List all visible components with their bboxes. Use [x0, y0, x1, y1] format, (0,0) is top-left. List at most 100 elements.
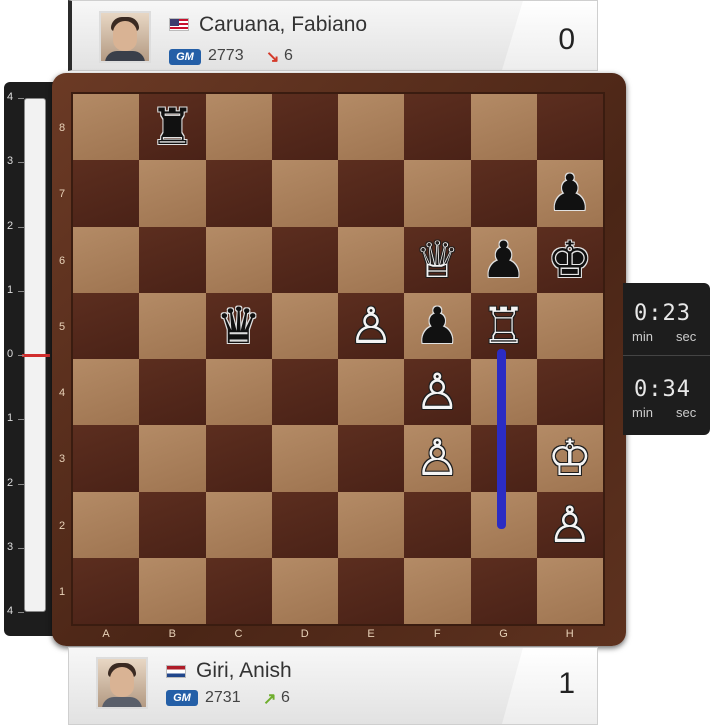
black-pawn-f5[interactable]: ♟ [404, 293, 470, 359]
white-pawn-h2[interactable]: ♙ [537, 492, 603, 558]
square-h4[interactable] [536, 359, 603, 426]
white-pawn-f3[interactable]: ♙ [404, 425, 470, 491]
square-d2[interactable] [271, 491, 338, 558]
gm-title-badge: GM [166, 690, 198, 706]
square-e6[interactable] [338, 226, 405, 293]
square-f7[interactable] [404, 160, 471, 227]
square-h7[interactable]: ♟ [536, 160, 603, 227]
top-player-rating-change: 6 [284, 47, 293, 64]
square-f8[interactable] [404, 94, 471, 161]
top-clock-min-label: min [632, 329, 653, 344]
square-c1[interactable] [205, 557, 272, 624]
square-a3[interactable] [73, 425, 140, 492]
square-h8[interactable] [536, 94, 603, 161]
square-c4[interactable] [205, 359, 272, 426]
square-a2[interactable] [73, 491, 140, 558]
square-e8[interactable] [338, 94, 405, 161]
square-g1[interactable] [470, 557, 537, 624]
square-h5[interactable] [536, 292, 603, 359]
eval-tick-line [18, 547, 24, 549]
square-b4[interactable] [139, 359, 206, 426]
black-rook-b8[interactable]: ♜ [139, 94, 205, 160]
eval-tick-line [18, 355, 24, 356]
square-b2[interactable] [139, 491, 206, 558]
white-pawn-f4[interactable]: ♙ [404, 359, 470, 425]
square-b8[interactable]: ♜ [139, 94, 206, 161]
square-a4[interactable] [73, 359, 140, 426]
square-e5[interactable]: ♙ [338, 292, 405, 359]
square-e1[interactable] [338, 557, 405, 624]
square-b1[interactable] [139, 557, 206, 624]
square-f6[interactable]: ♕ [404, 226, 471, 293]
square-h2[interactable]: ♙ [536, 491, 603, 558]
square-a1[interactable] [73, 557, 140, 624]
square-a6[interactable] [73, 226, 140, 293]
square-g7[interactable] [470, 160, 537, 227]
square-g6[interactable]: ♟ [470, 226, 537, 293]
top-player-name: Caruana, Fabiano [199, 13, 368, 36]
square-f4[interactable]: ♙ [404, 359, 471, 426]
square-h1[interactable] [536, 557, 603, 624]
square-d7[interactable] [271, 160, 338, 227]
square-c8[interactable] [205, 94, 272, 161]
white-pawn-e5[interactable]: ♙ [338, 293, 404, 359]
square-b5[interactable] [139, 292, 206, 359]
gm-title-badge: GM [169, 49, 201, 65]
eval-tick-line [18, 290, 24, 292]
square-f2[interactable] [404, 491, 471, 558]
eval-tick-label: 4 [7, 91, 14, 103]
rank-label-7: 7 [58, 188, 66, 201]
top-clock-sec-label: sec [676, 329, 697, 344]
bottom-player-avatar [96, 657, 148, 709]
chess-board[interactable]: ♜ ♟ ♕ ♟ ♚ ♛ ♙ ♟ ♖ ♙ ♙ ♔ ♙ [73, 94, 603, 624]
evaluation-marker [22, 354, 50, 357]
square-b6[interactable] [139, 226, 206, 293]
file-label-g: G [499, 628, 508, 640]
square-f3[interactable]: ♙ [404, 425, 471, 492]
black-queen-c5[interactable]: ♛ [206, 293, 272, 359]
rank-label-2: 2 [58, 519, 66, 532]
top-score-box: 0 [502, 1, 597, 70]
clock-panel: 0:23 min sec 0:34 min sec [623, 283, 710, 435]
square-e4[interactable] [338, 359, 405, 426]
bottom-player-score: 1 [558, 667, 575, 700]
square-b7[interactable] [139, 160, 206, 227]
square-a5[interactable] [73, 292, 140, 359]
eval-tick-label: 3 [7, 155, 14, 168]
square-d4[interactable] [271, 359, 338, 426]
square-a7[interactable] [73, 160, 140, 227]
square-c3[interactable] [205, 425, 272, 492]
square-d3[interactable] [271, 425, 338, 492]
square-d5[interactable] [271, 292, 338, 359]
bottom-player-name: Giri, Anish [196, 659, 292, 682]
eval-tick-label: 3 [7, 540, 14, 553]
bottom-player-rating: 2731 [205, 689, 241, 706]
bottom-clock-time: 0:34 [634, 377, 691, 402]
square-c2[interactable] [205, 491, 272, 558]
square-d8[interactable] [271, 94, 338, 161]
bottom-player-panel: Giri, Anish GM 2731 ↗ 6 1 [68, 647, 598, 725]
square-c7[interactable] [205, 160, 272, 227]
square-d1[interactable] [271, 557, 338, 624]
square-e2[interactable] [338, 491, 405, 558]
square-e7[interactable] [338, 160, 405, 227]
black-king-h6[interactable]: ♚ [537, 227, 603, 293]
white-queen-f6[interactable]: ♕ [404, 227, 470, 293]
square-a8[interactable] [73, 94, 140, 161]
square-b3[interactable] [139, 425, 206, 492]
square-c6[interactable] [205, 226, 272, 293]
square-h3[interactable]: ♔ [536, 425, 603, 492]
square-h6[interactable]: ♚ [536, 226, 603, 293]
square-f5[interactable]: ♟ [404, 292, 471, 359]
top-clock: 0:23 min sec [623, 283, 710, 356]
black-pawn-h7[interactable]: ♟ [537, 160, 603, 226]
square-d6[interactable] [271, 226, 338, 293]
white-king-h3[interactable]: ♔ [537, 425, 603, 491]
square-c5[interactable]: ♛ [205, 292, 272, 359]
square-f1[interactable] [404, 557, 471, 624]
black-pawn-g6[interactable]: ♟ [471, 227, 537, 293]
eval-tick-line [18, 483, 24, 485]
square-e3[interactable] [338, 425, 405, 492]
square-g8[interactable] [470, 94, 537, 161]
eval-tick-line [18, 612, 24, 613]
